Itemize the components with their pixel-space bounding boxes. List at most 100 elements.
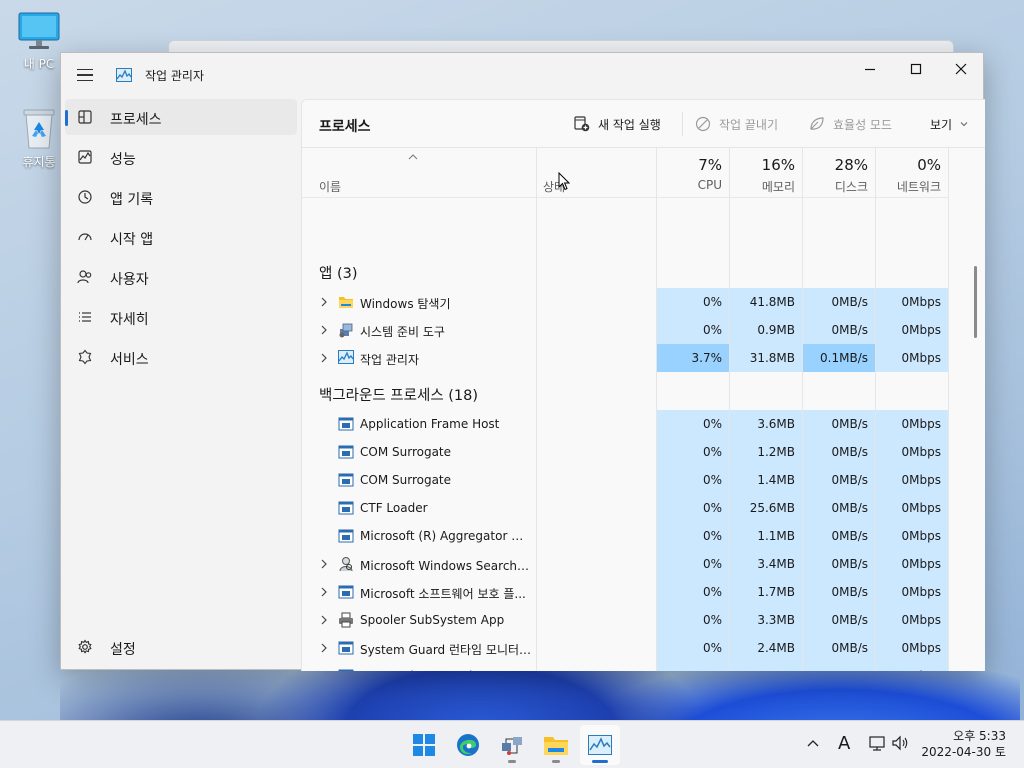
- network-cell: 0Mbps: [876, 522, 948, 550]
- cpu-cell: 0%: [657, 288, 729, 316]
- process-row[interactable]: Application Frame Host 0% 3.6MB 0MB/s 0Mbps: [302, 410, 985, 438]
- sidebar-item-startup-apps[interactable]: 시작 앱: [65, 219, 297, 255]
- column-label: 디스크: [834, 180, 868, 194]
- cpu-cell: 0%: [657, 438, 729, 466]
- column-header-cpu[interactable]: 7% CPU: [657, 148, 729, 198]
- cpu-cell: 0%: [657, 578, 729, 606]
- chevron-up-icon[interactable]: [807, 739, 819, 747]
- close-button[interactable]: [938, 53, 984, 85]
- minimize-icon: [865, 68, 875, 71]
- process-row[interactable]: Windows 탐색기 0% 41.8MB 0MB/s 0Mbps: [302, 288, 985, 316]
- process-name: Microsoft 소프트웨어 보호 플...: [360, 587, 526, 601]
- group-title-apps: 앱 (3): [319, 266, 358, 282]
- network-cell: 0Mbps: [876, 344, 948, 372]
- menu-icon[interactable]: [73, 63, 97, 87]
- process-row[interactable]: 작업 관리자 3.7% 31.8MB 0.1MB/s 0Mbps: [302, 344, 985, 372]
- process-row[interactable]: System Guard 런타임 모니터 ... 0% 2.4MB 0MB/s 0Mbp…: [302, 634, 985, 662]
- sidebar-item-label: 자세히: [110, 312, 149, 328]
- efficiency-mode-label: 효율성 모드: [833, 117, 893, 132]
- sidebar-item-details[interactable]: 자세히: [65, 299, 297, 335]
- chevron-right-icon[interactable]: [318, 352, 330, 364]
- process-name: System Guard 런타임 모니터 ...: [360, 643, 532, 657]
- run-new-task-button[interactable]: 새 작업 실행: [574, 114, 661, 134]
- window-title: 작업 관리자: [145, 69, 205, 83]
- title-bar[interactable]: 작업 관리자: [61, 53, 983, 93]
- sidebar-item-app-history[interactable]: 앱 기록: [65, 179, 297, 215]
- app-window-icon: [338, 500, 354, 516]
- chevron-right-icon[interactable]: [318, 642, 330, 654]
- ime-indicator[interactable]: A: [838, 733, 850, 754]
- network-total: 0%: [917, 156, 941, 174]
- sidebar-item-settings[interactable]: 설정: [65, 629, 297, 665]
- app-window-icon: [338, 444, 354, 460]
- maximize-icon: [910, 63, 922, 75]
- app-window-icon: [338, 472, 354, 488]
- network-cell: 0Mbps: [876, 466, 948, 494]
- process-row[interactable]: COM Surrogate 0% 1.4MB 0MB/s 0Mbps: [302, 466, 985, 494]
- scrollbar-thumb[interactable]: [974, 266, 977, 338]
- efficiency-mode-button[interactable]: 효율성 모드: [809, 114, 892, 134]
- taskbar-start-button[interactable]: [404, 725, 444, 765]
- process-row[interactable]: Microsoft 소프트웨어 보호 플... 0% 1.7MB 0MB/s 0Mbps: [302, 578, 985, 606]
- process-row[interactable]: CTF Loader 0% 25.6MB 0MB/s 0Mbps: [302, 494, 985, 522]
- startup-apps-icon: [78, 233, 92, 241]
- end-task-label: 작업 끝내기: [719, 117, 779, 132]
- process-row[interactable]: Usermode Font Driver Host 0%1.1MB0MB/s0Mb…: [302, 662, 985, 671]
- network-icon[interactable]: [869, 735, 887, 751]
- taskbar-task-manager-button[interactable]: [580, 725, 620, 765]
- start-icon: [413, 734, 435, 756]
- chevron-right-icon[interactable]: [318, 558, 330, 570]
- computer-icon: [18, 12, 60, 49]
- sidebar-item-label: 시작 앱: [110, 232, 154, 248]
- process-name: Spooler SubSystem App: [360, 613, 505, 627]
- memory-cell: 1.1MB: [730, 662, 802, 671]
- column-header-network[interactable]: 0% 네트워크: [876, 148, 948, 198]
- sidebar-item-performance[interactable]: 성능: [65, 139, 297, 175]
- process-row[interactable]: COM Surrogate 0% 1.2MB 0MB/s 0Mbps: [302, 438, 985, 466]
- process-row[interactable]: Microsoft (R) Aggregator Host 0% 1.1MB 0MB/…: [302, 522, 985, 550]
- column-header-disk[interactable]: 28% 디스크: [803, 148, 875, 198]
- disk-cell: 0MB/s: [803, 634, 875, 662]
- volume-icon[interactable]: [892, 735, 910, 751]
- chevron-right-icon[interactable]: [318, 296, 330, 308]
- maximize-button[interactable]: [893, 53, 939, 85]
- printer-icon: [338, 612, 354, 628]
- column-header-memory[interactable]: 16% 메모리: [730, 148, 802, 198]
- column-label: 메모리: [761, 180, 795, 194]
- taskbar-edge-button[interactable]: [448, 725, 488, 765]
- chevron-right-icon[interactable]: [318, 324, 330, 336]
- task-manager-icon: [116, 68, 132, 82]
- column-header-status[interactable]: 상태: [537, 148, 656, 198]
- process-name: Microsoft (R) Aggregator Host: [360, 529, 532, 543]
- memory-cell: 1.4MB: [730, 466, 802, 494]
- taskbar-file-explorer-button[interactable]: [536, 725, 576, 765]
- column-label: CPU: [697, 178, 722, 192]
- chevron-right-icon[interactable]: [318, 586, 330, 598]
- minimize-button[interactable]: [847, 53, 893, 85]
- desktop-icon-label: 내 PC: [23, 57, 55, 71]
- sidebar-item-users[interactable]: 사용자: [65, 259, 297, 295]
- task-manager-window: 작업 관리자 프로세스 성능 앱 기록 시작 앱 사용자 자세히 서비스 설정 …: [60, 52, 985, 671]
- process-row[interactable]: 시스템 준비 도구 0% 0.9MB 0MB/s 0Mbps: [302, 316, 985, 344]
- details-icon: [79, 312, 91, 322]
- process-name: 작업 관리자: [360, 353, 420, 367]
- process-name: Application Frame Host: [360, 417, 500, 431]
- system-clock[interactable]: 오후 5:33 2022-04-30 토: [921, 728, 1006, 760]
- process-name: Usermode Font Driver Host: [360, 669, 532, 671]
- memory-cell: 3.3MB: [730, 606, 802, 634]
- sidebar-item-label: 사용자: [110, 272, 149, 288]
- taskbar-network-tool-button[interactable]: [492, 725, 532, 765]
- chevron-right-icon[interactable]: [318, 614, 330, 626]
- end-task-button[interactable]: 작업 끝내기: [695, 114, 778, 134]
- view-dropdown[interactable]: 보기: [930, 114, 968, 134]
- sidebar-item-processes[interactable]: 프로세스: [65, 99, 297, 135]
- network-cell: 0Mbps: [876, 316, 948, 344]
- column-header-name[interactable]: 이름: [302, 148, 536, 198]
- network-cell: 0Mbps: [876, 410, 948, 438]
- process-row[interactable]: Spooler SubSystem App 0% 3.3MB 0MB/s 0Mbps: [302, 606, 985, 634]
- toolbar-separator: [682, 112, 683, 136]
- sidebar-item-services[interactable]: 서비스: [65, 339, 297, 375]
- group-title-background: 백그라운드 프로세스 (18): [319, 388, 479, 404]
- process-name: COM Surrogate: [360, 445, 452, 459]
- process-row[interactable]: Microsoft Windows Search 인... 0% 3.4MB 0MB/…: [302, 550, 985, 578]
